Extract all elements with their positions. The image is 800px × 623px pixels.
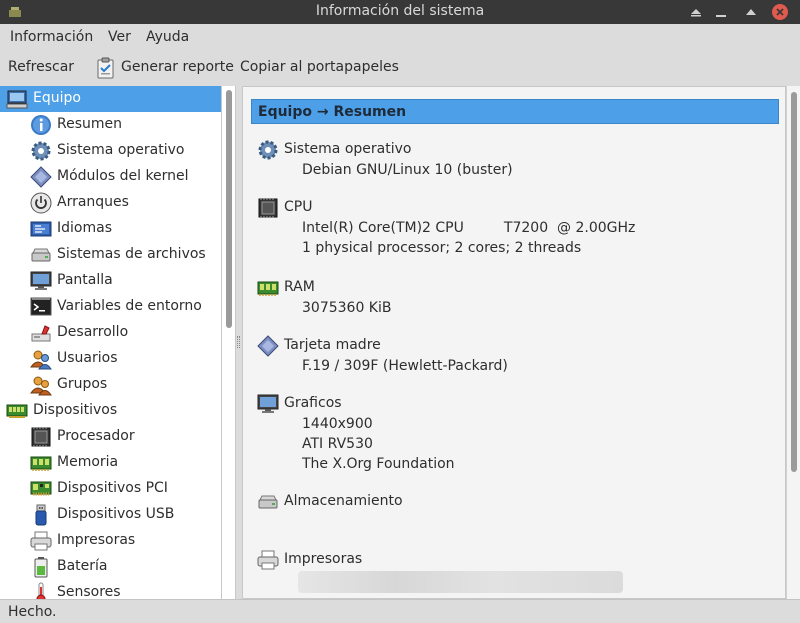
monitor-icon: [30, 271, 52, 290]
report-icon[interactable]: [95, 56, 117, 80]
menu-informacion[interactable]: Información: [10, 29, 93, 45]
minimize-button[interactable]: [711, 2, 731, 22]
sidebar-item-variables-entorno[interactable]: Variables de entorno: [0, 294, 221, 320]
memory-icon: [30, 456, 52, 471]
info-icon: [31, 115, 51, 135]
user-icon: [30, 350, 52, 370]
menu-ayuda[interactable]: Ayuda: [146, 29, 189, 45]
chevron-up-icon: [691, 9, 701, 17]
sidebar-item-dispositivos[interactable]: Dispositivos: [0, 398, 221, 424]
content-scroll-thumb[interactable]: [791, 92, 797, 472]
development-icon: [31, 325, 51, 342]
sidebar-scroll-thumb[interactable]: [226, 90, 232, 328]
sidebar-scrollbar[interactable]: [222, 86, 236, 599]
refresh-button[interactable]: Refrescar: [8, 59, 74, 75]
section-header: Equipo → Resumen: [251, 99, 779, 124]
sidebar-item-grupos[interactable]: Grupos: [0, 372, 221, 398]
maximize-button[interactable]: [741, 2, 761, 22]
menu-ver[interactable]: Ver: [108, 29, 131, 45]
sidebar-item-arranques[interactable]: Arranques: [0, 190, 221, 216]
sidebar-item-dispositivos-pci[interactable]: Dispositivos PCI: [0, 476, 221, 502]
summary-panel: Equipo → Resumen Sistema operativo Debia…: [242, 86, 786, 599]
terminal-icon: [30, 297, 52, 316]
cpu-icon: [31, 427, 51, 447]
sidebar-item-usuarios[interactable]: Usuarios: [0, 346, 221, 372]
sidebar-item-memoria[interactable]: Memoria: [0, 450, 221, 476]
maximize-icon: [746, 9, 756, 15]
gear-icon: [31, 141, 51, 161]
sidebar-item-pantalla[interactable]: Pantalla: [0, 268, 221, 294]
redacted-printer-info: [298, 571, 623, 593]
memory-icon: [257, 281, 279, 296]
content-scrollbar[interactable]: [786, 86, 800, 599]
sidebar-item-modulos-kernel[interactable]: Módulos del kernel: [0, 164, 221, 190]
sidebar-item-desarrollo[interactable]: Desarrollo: [0, 320, 221, 346]
monitor-icon: [257, 394, 279, 413]
window-up-button[interactable]: [686, 2, 706, 22]
sidebar-item-bateria[interactable]: Batería: [0, 554, 221, 580]
sidebar-item-sistemas-archivos[interactable]: Sistemas de archivos: [0, 242, 221, 268]
sidebar-item-equipo[interactable]: Equipo: [0, 86, 221, 112]
power-icon: [30, 192, 52, 214]
toolbar: Refrescar Generar reporte Copiar al port…: [0, 50, 800, 86]
sidebar-item-sistema-operativo[interactable]: Sistema operativo: [0, 138, 221, 164]
printer-icon: [30, 531, 52, 551]
sidebar-tree[interactable]: Equipo Resumen Sistema operativo Módulos…: [0, 86, 222, 599]
cpu-icon: [258, 198, 278, 218]
status-text: Hecho.: [8, 604, 57, 620]
drive-icon: [31, 248, 51, 262]
sidebar-item-impresoras[interactable]: Impresoras: [0, 528, 221, 554]
title-bar: Información del sistema: [0, 0, 800, 24]
motherboard-icon: [257, 335, 279, 357]
minimize-icon: [716, 15, 726, 17]
usb-icon: [35, 504, 47, 526]
drive-icon: [258, 495, 278, 509]
group-icon: [30, 376, 52, 396]
sidebar-item-procesador[interactable]: Procesador: [0, 424, 221, 450]
close-icon: [776, 8, 784, 16]
window-title: Información del sistema: [315, 3, 485, 19]
devices-icon: [6, 404, 28, 418]
battery-icon: [34, 557, 48, 578]
sidebar-item-dispositivos-usb[interactable]: Dispositivos USB: [0, 502, 221, 528]
close-button[interactable]: [770, 2, 790, 22]
kernel-module-icon: [30, 166, 52, 188]
menu-bar: Información Ver Ayuda: [0, 24, 800, 50]
sidebar-item-resumen[interactable]: Resumen: [0, 112, 221, 138]
printer-icon: [257, 550, 279, 570]
language-icon: [30, 221, 52, 237]
pci-icon: [30, 481, 52, 496]
status-bar: Hecho.: [0, 599, 800, 623]
sidebar-item-idiomas[interactable]: Idiomas: [0, 216, 221, 242]
computer-icon: [6, 90, 28, 109]
generate-report-button[interactable]: Generar reporte: [121, 59, 234, 75]
copy-clipboard-button[interactable]: Copiar al portapapeles: [240, 59, 399, 75]
sensor-icon: [36, 582, 46, 599]
gear-icon: [258, 140, 278, 160]
sidebar-item-sensores[interactable]: Sensores: [0, 580, 221, 599]
